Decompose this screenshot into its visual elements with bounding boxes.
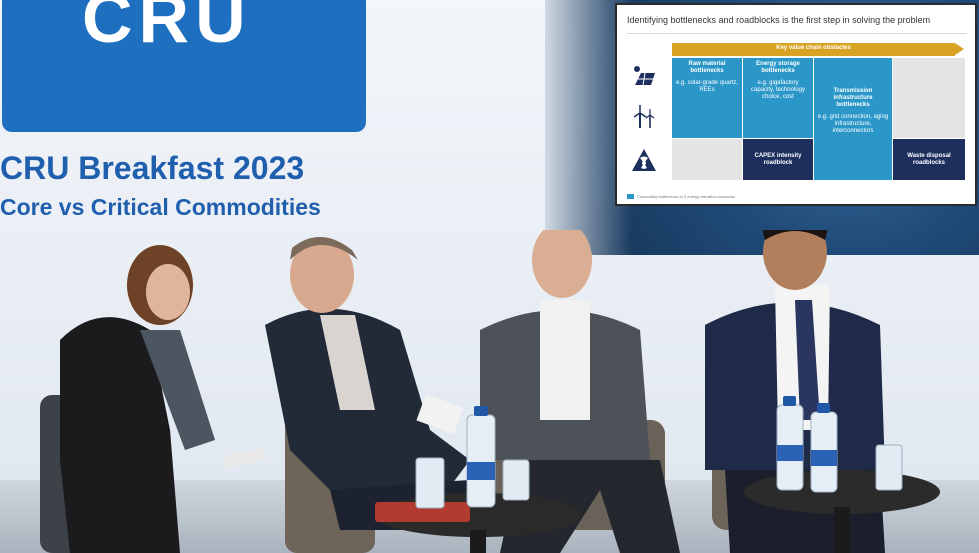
slide-title: Identifying bottlenecks and roadblocks i…: [627, 15, 931, 25]
value-chain-arrow-head: [955, 43, 964, 55]
panel-scene: [40, 230, 940, 553]
empty-cell-top-right: [893, 58, 965, 138]
energy-storage-body: e.g. gigafactory capacity, technology ch…: [751, 80, 805, 100]
transmission-heading: Transmission infrastructure bottlenecks: [833, 88, 873, 108]
arrow-label: Key value chain obstacles: [776, 45, 851, 51]
water-bottle-1: [466, 406, 496, 508]
slide-divider: [627, 33, 967, 34]
raw-material-heading: Raw material bottlenecks: [688, 61, 726, 74]
moderator: [60, 245, 266, 553]
slide-footer: Commodity bottlenecks in 3 energy transi…: [627, 194, 736, 200]
event-title: CRU Breakfast 2023: [0, 150, 305, 186]
transmission-cell: Transmission infrastructure bottlenecks …: [814, 58, 892, 180]
conference-stage: CRU CRU Breakfast 2023 Core vs Critical …: [0, 0, 979, 553]
presentation-slide: Identifying bottlenecks and roadblocks i…: [615, 3, 977, 206]
solar-panel-icon: [634, 66, 655, 86]
wind-turbine-icon: [633, 105, 655, 128]
glass-3: [875, 444, 903, 491]
energy-storage-heading: Energy storage bottlenecks: [756, 61, 800, 74]
water-bottle-3: [810, 403, 838, 493]
nuclear-icon: [632, 149, 656, 171]
right-table-leg: [834, 507, 850, 553]
left-table-leg: [470, 530, 486, 553]
raw-material-cell: Raw material bottlenecks e.g. solar-grad…: [672, 58, 742, 138]
slide-footer-text: Commodity bottlenecks in 3 energy transi…: [637, 194, 736, 199]
energy-storage-cell: Energy storage bottlenecks e.g. gigafact…: [743, 58, 813, 138]
waste-disposal-roadblock-cell: Waste disposal roadblocks: [893, 139, 965, 180]
footer-icon: [627, 194, 634, 200]
glass-1: [415, 457, 445, 509]
glass-2: [502, 459, 530, 501]
event-subtitle: Core vs Critical Commodities: [0, 194, 321, 220]
cru-logo-banner: CRU: [2, 0, 366, 132]
water-bottle-2: [776, 396, 804, 491]
logo-text: CRU: [82, 0, 252, 57]
capex-roadblock-cell: CAPEX intensity roadblock: [743, 139, 813, 180]
empty-cell-bottom-left: [672, 139, 742, 180]
transmission-body: e.g. grid connection, aging infrastructu…: [817, 114, 889, 134]
raw-material-body: e.g. solar-grade quartz, REEs: [675, 80, 739, 93]
